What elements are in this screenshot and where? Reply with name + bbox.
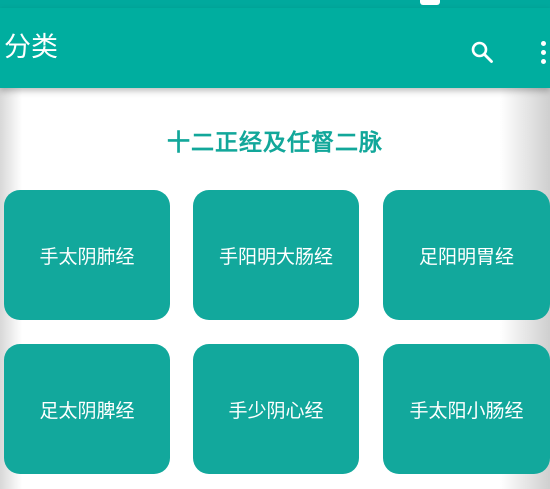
category-card-label: 手太阴肺经 — [39, 245, 135, 268]
category-card[interactable]: 手太阴肺经 — [4, 190, 170, 320]
battery-icon — [420, 0, 440, 5]
search-icon — [471, 41, 493, 63]
category-card-label: 手少阴心经 — [228, 399, 324, 422]
more-options-button[interactable] — [528, 32, 550, 72]
app-bar: 分类 — [0, 8, 550, 88]
category-card-label: 手太阳小肠经 — [409, 399, 524, 422]
category-card[interactable]: 手阳明大肠经 — [193, 190, 359, 320]
category-card[interactable]: 手太阳小肠经 — [383, 344, 550, 474]
category-card[interactable]: 足阳明胃经 — [383, 190, 550, 320]
page-title: 分类 — [4, 32, 58, 63]
category-card-label: 足阳明胃经 — [418, 245, 514, 268]
status-bar — [0, 0, 550, 8]
category-card-label: 足太阴脾经 — [39, 399, 135, 422]
category-content: 十二正经及任督二脉 手太阴肺经 手阳明大肠经 足阳明胃经 足太阴脾经 手少阴心经… — [0, 88, 550, 489]
section-title: 十二正经及任督二脉 — [167, 130, 383, 156]
category-card-label: 手阳明大肠经 — [218, 245, 333, 268]
more-vert-icon — [541, 41, 546, 46]
search-button[interactable] — [462, 32, 502, 72]
category-card[interactable]: 手少阴心经 — [193, 344, 359, 474]
category-card[interactable]: 足太阴脾经 — [4, 344, 170, 474]
